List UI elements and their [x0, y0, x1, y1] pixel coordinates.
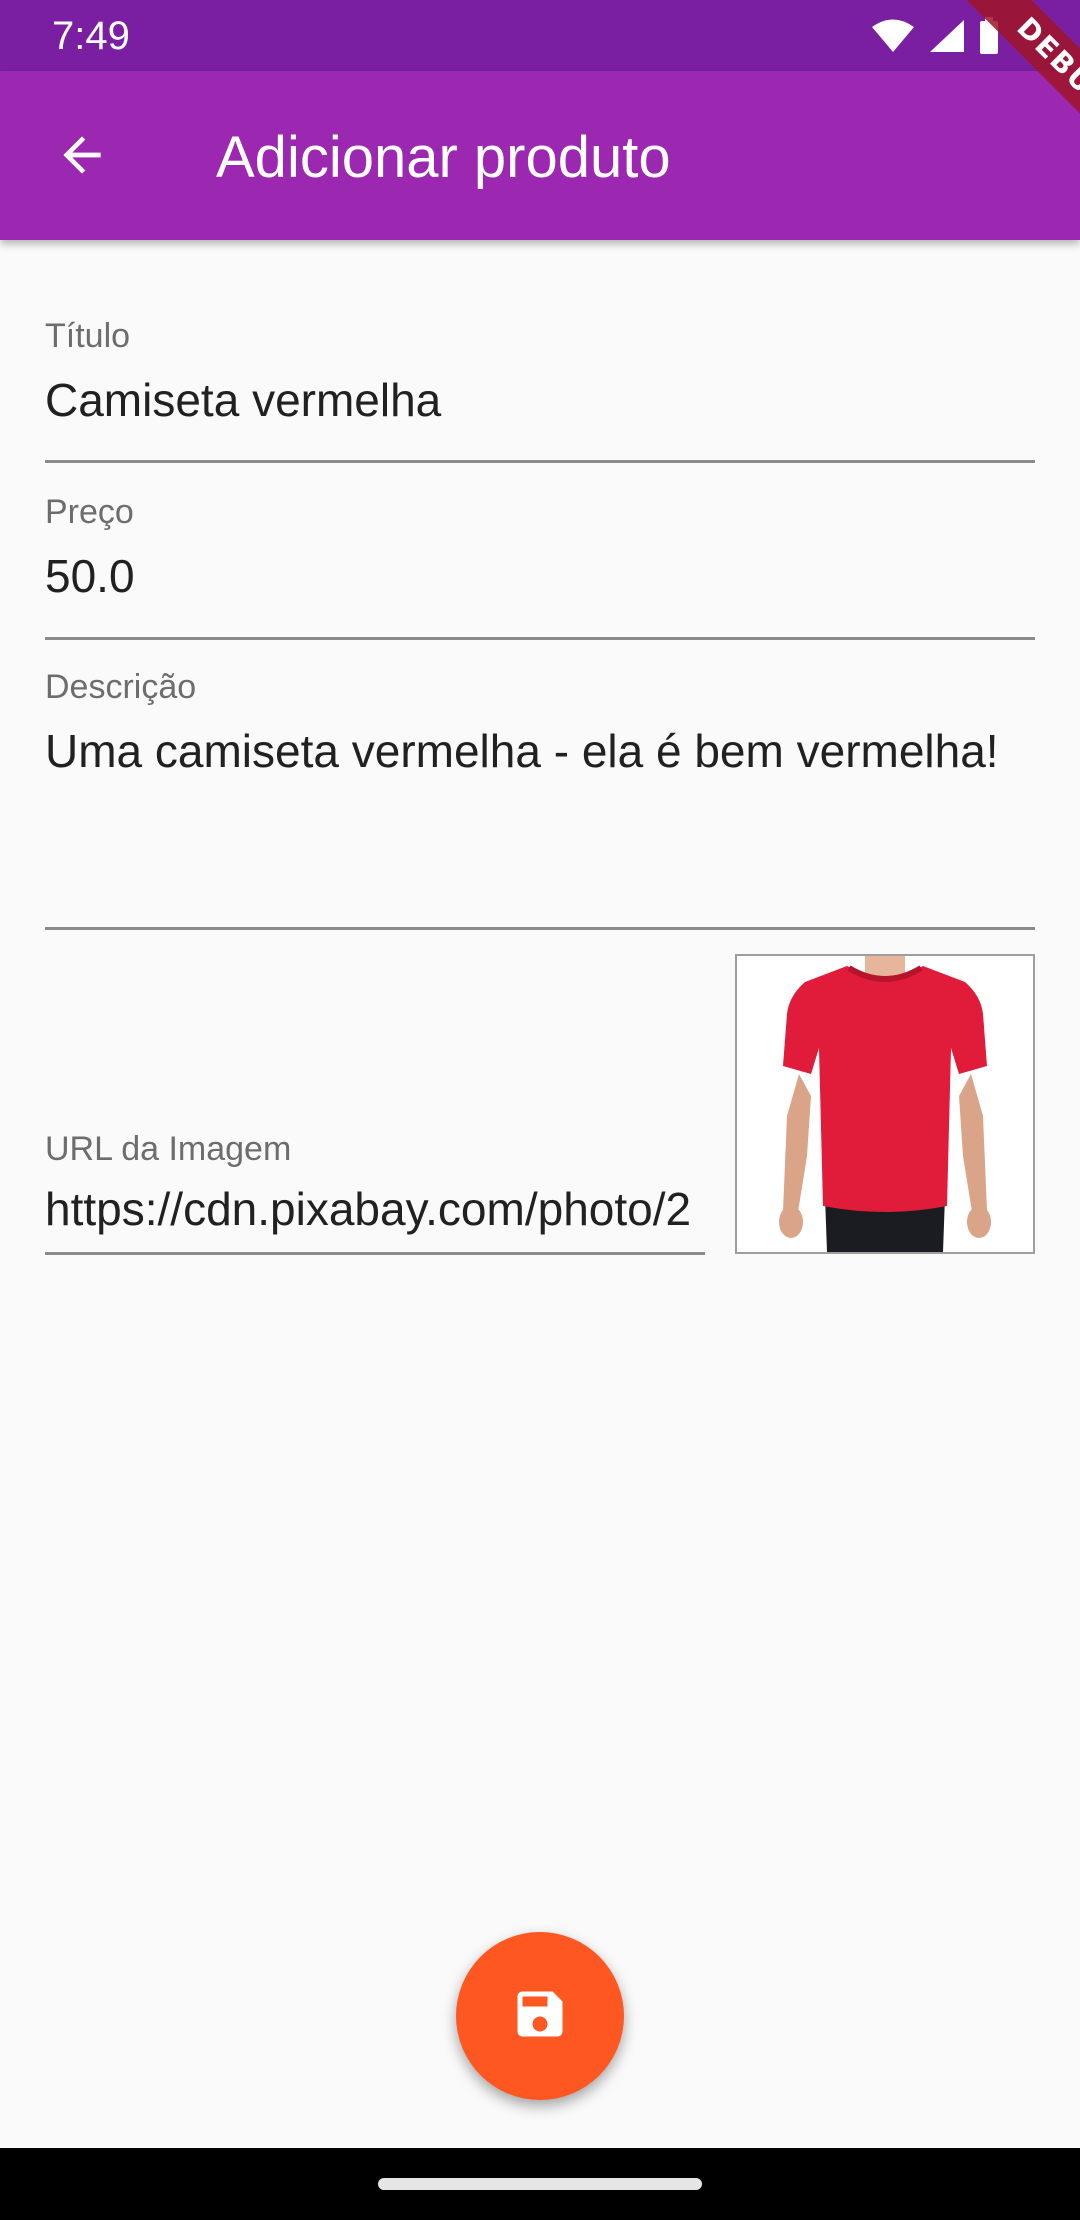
back-button[interactable] [40, 115, 124, 199]
image-preview [735, 954, 1035, 1254]
image-url-underline [45, 1252, 705, 1255]
image-url-input[interactable]: https://cdn.pixabay.com/photo/2 [45, 1181, 705, 1237]
price-field-label: Preço [45, 493, 134, 531]
cellular-signal-icon [928, 18, 966, 54]
description-underline [45, 927, 1035, 930]
home-indicator[interactable] [378, 2178, 702, 2190]
status-icons [870, 14, 1000, 58]
app-bar: Adicionar produto [0, 71, 1080, 240]
navigation-bar [0, 2148, 1080, 2220]
save-button[interactable] [456, 1932, 624, 2100]
description-input[interactable]: Uma camiseta vermelha - ela é bem vermel… [45, 723, 1035, 779]
image-url-field-label: URL da Imagem [45, 1130, 292, 1168]
title-underline [45, 460, 1035, 463]
save-icon [510, 1984, 570, 2049]
price-input[interactable]: 50.0 [45, 548, 1035, 604]
arrow-back-icon [54, 127, 110, 188]
description-field-label: Descrição [45, 668, 197, 706]
description-field[interactable]: Descrição Uma camiseta vermelha - ela é … [45, 641, 1035, 931]
wifi-icon [870, 18, 916, 54]
screen: 7:49 DEBUG Adicionar produto Título Cami… [0, 0, 1080, 2220]
red-tshirt-photo [737, 956, 1033, 1252]
title-field-label: Título [45, 317, 131, 355]
title-field[interactable]: Título Camiseta vermelha [45, 240, 1035, 464]
title-input[interactable]: Camiseta vermelha [45, 372, 1035, 428]
price-underline [45, 637, 1035, 640]
battery-icon [978, 17, 1000, 55]
page-title: Adicionar produto [216, 125, 671, 190]
status-time: 7:49 [52, 14, 130, 58]
status-bar: 7:49 [0, 0, 1080, 71]
price-field[interactable]: Preço 50.0 [45, 464, 1035, 641]
